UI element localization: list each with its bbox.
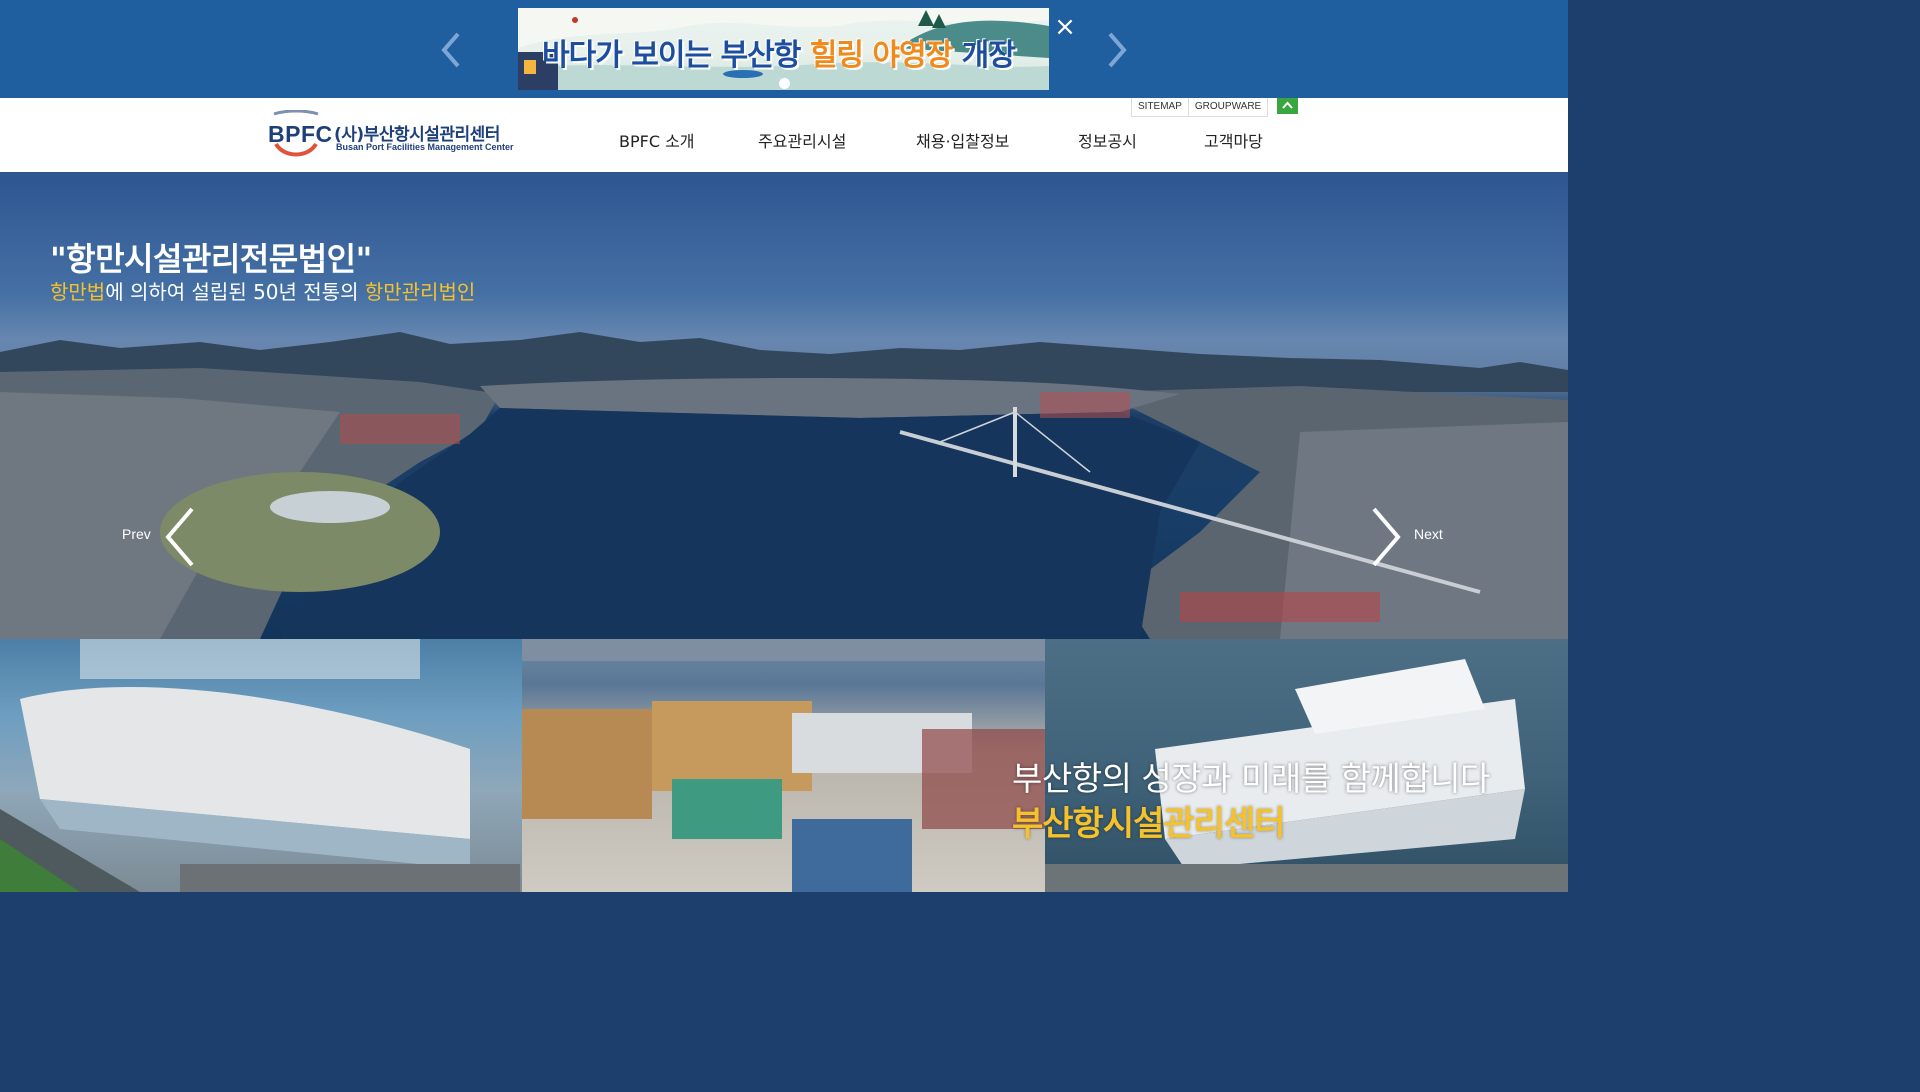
chevron-left-icon <box>165 507 194 567</box>
nav-recruit-bid[interactable]: 채용·입찰정보 <box>916 128 1009 152</box>
container-yard-illustration <box>522 639 1045 892</box>
sitemap-link[interactable]: SITEMAP <box>1132 98 1188 116</box>
terminal-photo <box>0 639 522 892</box>
popup-banner-image[interactable]: 바다가 보이는 부산항 힐링 야영장 개장 <box>518 8 1049 90</box>
slogan-line-2: 부산항시설관리센터 <box>1012 804 1286 844</box>
banner-prev-button[interactable] <box>432 28 472 72</box>
hero-title: "항만시설관리전문법인" <box>50 240 372 278</box>
site-logo[interactable]: BPFC (사)부산항시설관리센터 Busan Port Facilities … <box>266 108 514 160</box>
utility-links: SITEMAP GROUPWARE <box>1131 98 1269 117</box>
chevron-right-icon <box>1108 32 1127 68</box>
arrow-up-icon <box>1282 101 1293 109</box>
nav-facilities[interactable]: 주요관리시설 <box>758 128 846 152</box>
hero-prev-button[interactable]: Prev <box>122 505 202 569</box>
hero-slider: "항만시설관리전문법인" 항만법에 의하여 설립된 50년 전통의 항만관리법인… <box>0 172 1568 639</box>
popup-banner-bar: 바다가 보이는 부산항 힐링 야영장 개장 × <box>0 0 1568 98</box>
banner-pager-dot[interactable] <box>779 78 790 89</box>
hero-next-label: Next <box>1414 526 1443 542</box>
hero-next-button[interactable]: Next <box>1366 505 1456 569</box>
banner-headline: 바다가 보이는 부산항 힐링 야영장 개장 <box>542 38 1016 73</box>
banner-close-button[interactable]: × <box>1054 14 1076 40</box>
hero-subtitle: 항만법에 의하여 설립된 50년 전통의 항만관리법인 <box>50 280 476 304</box>
chevron-right-icon <box>1372 507 1401 567</box>
chevron-left-icon <box>441 32 460 68</box>
hero-prev-label: Prev <box>122 526 151 542</box>
nav-customer[interactable]: 고객마당 <box>1204 128 1263 152</box>
slogan-line-1: 부산항의 성장과 미래를 함께합니다 <box>1012 759 1490 798</box>
banner-next-button[interactable] <box>1096 28 1136 72</box>
logo-mark-text: BPFC <box>268 121 333 147</box>
groupware-link[interactable]: GROUPWARE <box>1187 98 1267 116</box>
logo-name-english: Busan Port Facilities Management Center <box>336 142 514 152</box>
logistics-yard-photo <box>522 639 1045 892</box>
nav-disclosure[interactable]: 정보공시 <box>1078 128 1137 152</box>
terminal-illustration <box>0 639 520 892</box>
nav-about[interactable]: BPFC 소개 <box>619 128 695 152</box>
site-header: BPFC (사)부산항시설관리센터 Busan Port Facilities … <box>0 98 1568 172</box>
top-toggle-button[interactable] <box>1277 98 1298 114</box>
